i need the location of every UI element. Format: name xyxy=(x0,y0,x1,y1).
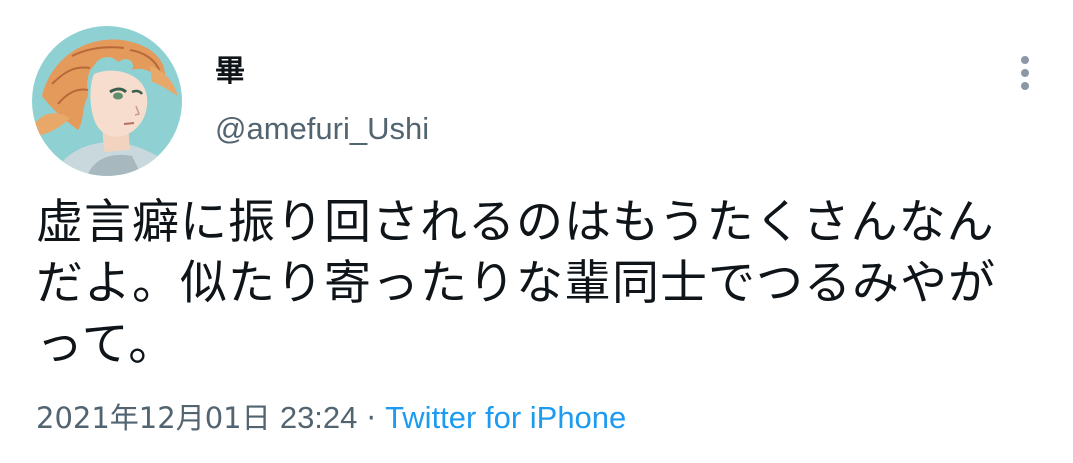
tweet-metadata: 2021年12月01日 23:24 · Twitter for iPhone xyxy=(36,398,626,438)
user-info: 畢 @amefuri_Ushi xyxy=(215,52,429,148)
tweet-date[interactable]: 2021年12月01日 xyxy=(36,401,271,435)
vertical-ellipsis-icon[interactable] xyxy=(1008,50,1042,94)
meta-separator: · xyxy=(366,401,376,435)
tweet-source-link[interactable]: Twitter for iPhone xyxy=(385,400,626,435)
tweet-time[interactable]: 23:24 xyxy=(280,400,358,435)
tweet-text-line: だよ。似たり寄ったりな輩同士でつるみやが xyxy=(36,256,996,311)
tweet-text: 虚言癖に振り回されるのはもうたくさんなん だよ。似たり寄ったりな輩同士でつるみや… xyxy=(36,192,1036,375)
avatar-image xyxy=(32,26,182,176)
avatar[interactable] xyxy=(32,26,182,176)
display-name[interactable]: 畢 xyxy=(215,52,429,92)
tweet-text-line: って。 xyxy=(36,317,177,372)
user-handle[interactable]: @amefuri_Ushi xyxy=(215,110,429,148)
tweet-text-line: 虚言癖に振り回されるのはもうたくさんなん xyxy=(36,195,995,250)
tweet-card: 畢 @amefuri_Ushi 虚言癖に振り回されるのはもうたくさんなん だよ。… xyxy=(0,0,1073,463)
